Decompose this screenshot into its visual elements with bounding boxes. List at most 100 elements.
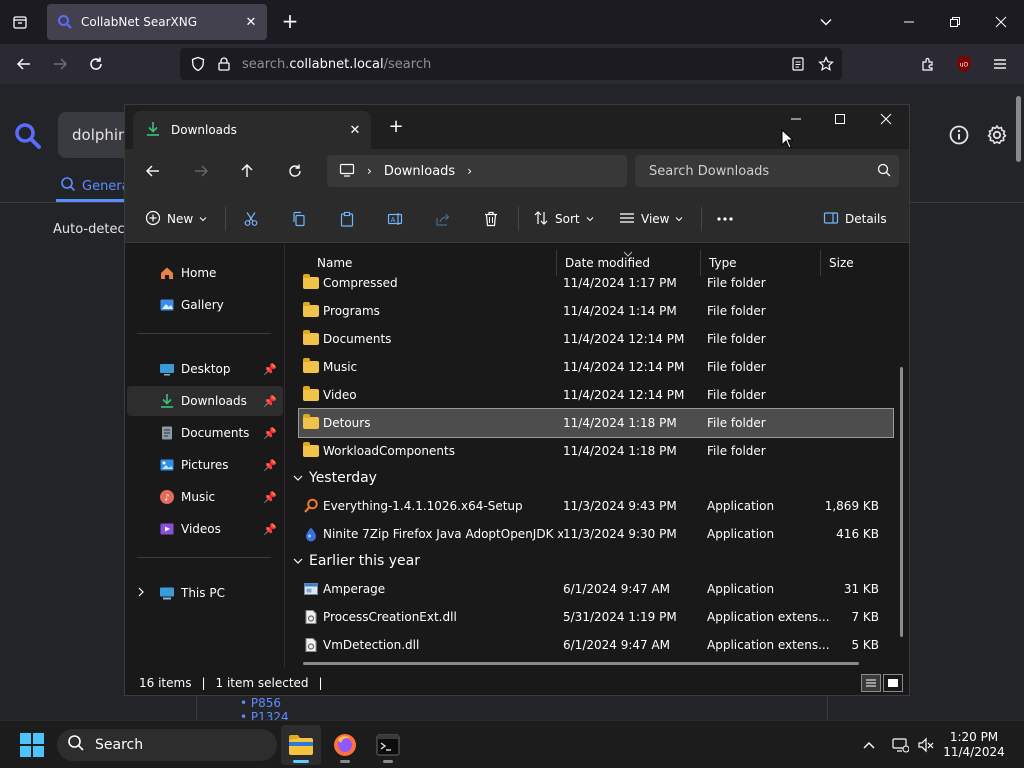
sidebar-item-this-pc[interactable]: This PC [127, 578, 283, 608]
file-row[interactable]: Video 11/4/2024 12:14 PM File folder [299, 381, 893, 409]
pin-icon[interactable]: 📌 [263, 459, 277, 472]
result-link[interactable]: P856 [240, 696, 289, 710]
explorer-maximize-button[interactable] [817, 105, 863, 133]
forward-arrow-icon[interactable] [185, 157, 217, 185]
share-icon[interactable] [433, 205, 453, 233]
file-row[interactable]: Compressed 11/4/2024 1:17 PM File folder [299, 269, 893, 297]
speaker-muted-icon[interactable] [914, 733, 938, 757]
sidebar-item-downloads[interactable]: Downloads 📌 [127, 386, 283, 416]
url-bar[interactable]: search.collabnet.local/search [180, 48, 842, 80]
up-arrow-icon[interactable] [231, 157, 263, 185]
file-row[interactable]: Programs 11/4/2024 1:14 PM File folder [299, 297, 893, 325]
firefox-taskbar-icon[interactable] [325, 725, 365, 765]
reload-icon[interactable] [84, 52, 108, 76]
bookmark-star-icon[interactable] [818, 56, 834, 75]
back-arrow-icon[interactable] [137, 157, 169, 185]
dll-file-icon [303, 637, 319, 653]
sidebar-item-documents[interactable]: Documents 📌 [127, 418, 283, 448]
reader-view-icon[interactable] [790, 56, 806, 75]
file-list-vertical-scrollbar[interactable] [900, 367, 903, 637]
sidebar-item-pictures[interactable]: Pictures 📌 [127, 450, 283, 480]
explorer-tab[interactable]: Downloads ✕ [133, 111, 371, 149]
pin-icon[interactable]: 📌 [263, 491, 277, 504]
sidebar-item-videos[interactable]: Videos 📌 [127, 514, 283, 544]
close-tab-icon[interactable]: ✕ [343, 123, 367, 138]
back-arrow-icon[interactable] [12, 52, 36, 76]
explorer-new-tab-button[interactable]: + [385, 117, 407, 139]
file-row[interactable]: WorkloadComponents 11/4/2024 1:18 PM Fil… [299, 437, 893, 465]
explorer-search-input[interactable]: Search Downloads [635, 155, 899, 187]
pin-icon[interactable]: 📌 [263, 427, 277, 440]
pin-icon[interactable]: 📌 [263, 523, 277, 536]
delete-icon[interactable] [481, 205, 501, 233]
more-options-icon[interactable] [715, 205, 735, 233]
extensions-icon[interactable] [916, 52, 940, 76]
refresh-icon[interactable] [279, 157, 311, 185]
terminal-taskbar-icon[interactable] [368, 725, 408, 765]
browser-restore-button[interactable] [932, 0, 978, 44]
file-row[interactable]: Ninite 7Zip Firefox Java AdoptOpenJDK x.… [299, 520, 893, 548]
sidebar-item-desktop[interactable]: Desktop 📌 [127, 354, 283, 384]
pin-icon[interactable]: 📌 [263, 363, 277, 376]
ublock-origin-icon[interactable]: uO [952, 52, 976, 76]
sidebar-item-home[interactable]: Home [127, 258, 283, 288]
monitor-icon[interactable] [339, 162, 355, 181]
file-row[interactable]: Music 11/4/2024 12:14 PM File folder [299, 353, 893, 381]
hamburger-menu-icon[interactable] [988, 52, 1012, 76]
lock-icon[interactable] [216, 56, 232, 75]
file-row-selected[interactable]: Detours 11/4/2024 1:18 PM File folder [298, 408, 894, 438]
windows-start-icon[interactable] [20, 733, 44, 757]
page-scrollbar[interactable] [1016, 96, 1021, 162]
rename-icon[interactable]: A [385, 205, 405, 233]
chevron-right-icon[interactable]: › [467, 164, 472, 178]
copy-icon[interactable] [289, 205, 309, 233]
file-row[interactable]: Everything-1.4.1.1026.x64-Setup 11/3/202… [299, 492, 893, 520]
music-icon: ♪ [159, 489, 175, 505]
file-list-horizontal-scrollbar[interactable] [303, 662, 859, 665]
browser-close-button[interactable] [978, 0, 1024, 44]
taskbar-search[interactable]: Search [57, 729, 277, 761]
view-button[interactable]: View [619, 205, 683, 233]
tab-list-icon[interactable] [8, 10, 32, 34]
file-row[interactable]: Documents 11/4/2024 12:14 PM File folder [299, 325, 893, 353]
paste-icon[interactable] [337, 205, 357, 233]
file-row[interactable]: ProcessCreationExt.dll 5/31/2024 1:19 PM… [299, 603, 893, 631]
search-icon [60, 176, 76, 196]
file-row[interactable]: Amperage 6/1/2024 9:47 AM Application 31… [299, 575, 893, 603]
details-pane-button[interactable]: Details [823, 205, 887, 233]
pin-icon[interactable]: 📌 [263, 395, 277, 408]
gear-icon[interactable] [986, 124, 1008, 149]
new-tab-button[interactable]: + [278, 10, 302, 34]
close-tab-icon[interactable]: ✕ [241, 12, 261, 32]
browser-minimize-button[interactable] [886, 0, 932, 44]
sidebar-item-gallery[interactable]: Gallery [127, 290, 283, 320]
chevron-up-icon[interactable] [857, 733, 881, 757]
chevron-right-icon[interactable] [137, 586, 145, 600]
browser-tab[interactable]: CollabNet SearXNG ✕ [47, 4, 267, 40]
info-icon[interactable] [948, 124, 970, 149]
category-general-tab[interactable]: General [60, 176, 133, 196]
new-button[interactable]: New [145, 205, 207, 233]
large-icons-view-icon[interactable] [883, 674, 903, 692]
explorer-minimize-button[interactable] [773, 105, 819, 133]
group-header-earlier-this-year[interactable]: Earlier this year [293, 548, 420, 574]
sort-button[interactable]: Sort [533, 205, 594, 233]
file-explorer-window: Downloads ✕ + › Downloads › Search Downl… [124, 104, 910, 696]
sidebar-item-music[interactable]: ♪ Music 📌 [127, 482, 283, 512]
tracking-shield-icon[interactable] [190, 56, 206, 75]
group-header-yesterday[interactable]: Yesterday [293, 465, 377, 491]
forward-arrow-icon[interactable] [48, 52, 72, 76]
language-select[interactable]: Auto-detect [53, 222, 130, 237]
cut-icon[interactable] [241, 205, 261, 233]
system-clock[interactable]: 1:20 PM 11/4/2024 [936, 730, 1012, 760]
search-logo-icon[interactable] [14, 122, 42, 153]
details-view-icon[interactable] [861, 674, 881, 692]
network-icon[interactable] [888, 733, 912, 757]
chevron-down-icon[interactable] [814, 10, 838, 34]
chevron-right-icon[interactable]: › [367, 164, 372, 178]
explorer-close-button[interactable] [863, 105, 909, 133]
breadcrumb[interactable]: › Downloads › [327, 155, 627, 187]
breadcrumb-downloads[interactable]: Downloads [384, 164, 455, 179]
file-explorer-taskbar-icon[interactable] [281, 725, 321, 765]
file-row[interactable]: VmDetection.dll 6/1/2024 9:47 AM Applica… [299, 631, 893, 659]
